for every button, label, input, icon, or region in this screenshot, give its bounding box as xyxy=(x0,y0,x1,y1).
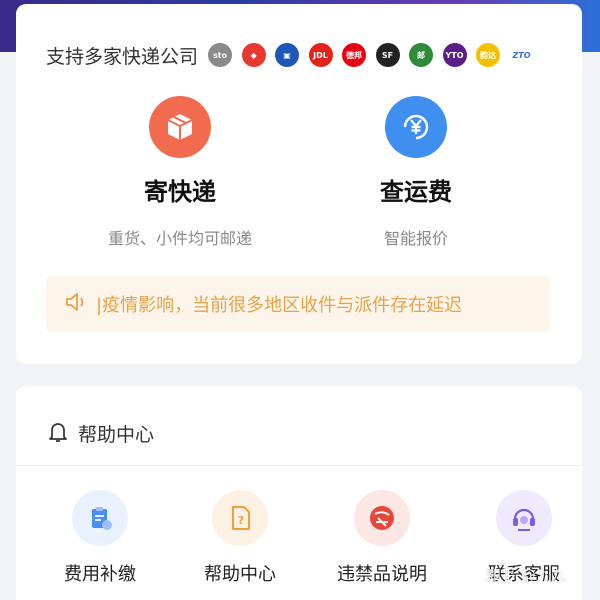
question-doc-icon: ? xyxy=(212,490,268,546)
epidemic-notice[interactable]: |疫情影响，当前很多地区收件与派件存在延迟 xyxy=(46,276,550,332)
help-item-fee-payment[interactable]: 费用补缴 xyxy=(30,490,170,586)
svg-text:?: ? xyxy=(238,514,244,527)
help-item-prohibited-items[interactable]: 违禁品说明 xyxy=(312,490,452,586)
check-fee-button[interactable]: 查运费 智能报价 xyxy=(316,96,516,249)
zto-logo: ZTO xyxy=(512,50,531,60)
help-item-label: 费用补缴 xyxy=(64,564,136,585)
headset-icon xyxy=(496,490,552,546)
carrier-title: 支持多家快递公司 xyxy=(46,45,199,68)
check-fee-title: 查运费 xyxy=(380,178,452,206)
carrier-logos: sto ◆ ▣ JDL 德邦 SF 邮 YTO 韵达 ZTO xyxy=(208,43,543,67)
help-header: 帮助中心 xyxy=(48,420,154,447)
help-item-label: 帮助中心 xyxy=(204,564,276,585)
send-express-button[interactable]: 寄快递 重货、小件均可邮递 xyxy=(80,96,280,249)
watermark: 知乎 @九九 xyxy=(486,566,566,584)
yen-coin-icon xyxy=(385,96,447,158)
yto-logo: YTO xyxy=(442,43,467,67)
send-express-title: 寄快递 xyxy=(144,178,216,206)
debang-logo: 德邦 xyxy=(342,43,367,67)
ems-logo: 邮 xyxy=(409,43,434,67)
help-title: 帮助中心 xyxy=(78,424,155,446)
bell-icon xyxy=(48,421,68,447)
service-card: 支持多家快递公司 sto ◆ ▣ JDL 德邦 SF 邮 YTO 韵达 ZTO 寄快递 重货、小件… xyxy=(16,4,582,364)
speaker-icon xyxy=(64,290,90,318)
help-item-help-center[interactable]: ? 帮助中心 xyxy=(170,490,310,586)
yunda-logo: ▣ xyxy=(275,43,300,67)
red-logo: ◆ xyxy=(241,43,266,67)
package-icon xyxy=(149,96,211,158)
forbidden-icon xyxy=(354,490,410,546)
help-item-label: 违禁品说明 xyxy=(337,564,427,585)
sto-logo: sto xyxy=(208,43,233,67)
jdl-logo: JDL xyxy=(308,43,333,67)
sf-logo: SF xyxy=(375,43,400,67)
carrier-row: 支持多家快递公司 sto ◆ ▣ JDL 德邦 SF 邮 YTO 韵达 ZTO xyxy=(46,38,543,72)
yunda-smile-logo: 韵达 xyxy=(476,43,501,67)
send-express-subtitle: 重货、小件均可邮递 xyxy=(107,229,252,248)
help-divider xyxy=(16,465,582,466)
clipboard-icon xyxy=(72,490,128,546)
check-fee-subtitle: 智能报价 xyxy=(383,229,448,248)
notice-text: |疫情影响，当前很多地区收件与派件存在延迟 xyxy=(96,295,463,316)
